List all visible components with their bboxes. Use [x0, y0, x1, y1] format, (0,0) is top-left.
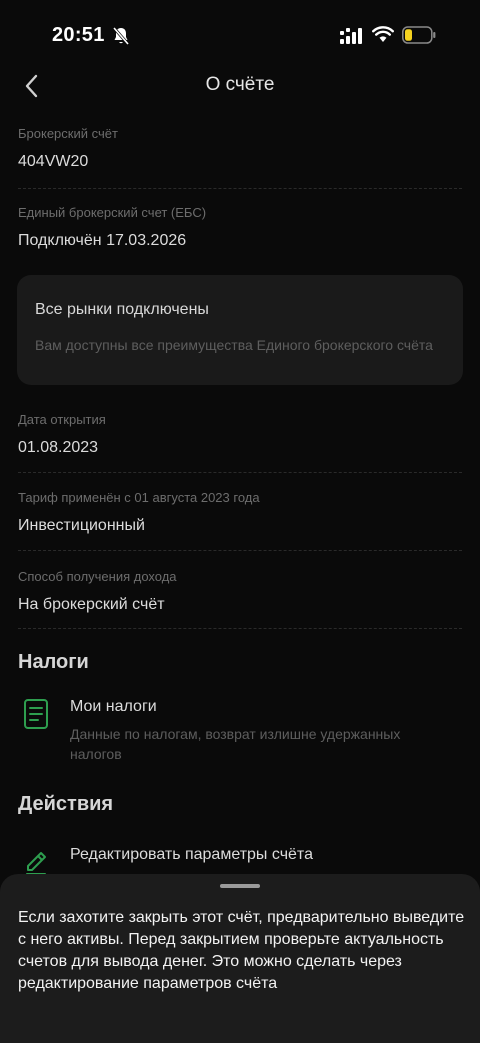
divider [18, 188, 462, 189]
page-title: О счёте [205, 74, 275, 95]
status-bar: 20:51 [0, 0, 480, 72]
my-taxes-item[interactable]: Мои налоги Данные по налогам, возврат из… [18, 698, 462, 762]
field-open-date: Дата открытия 01.08.2023 [18, 412, 462, 457]
field-value: Инвестиционный [18, 517, 145, 534]
field-value: На брокерский счёт [18, 596, 165, 613]
bell-muted-icon [112, 27, 130, 45]
field-label: Способ получения дохода [18, 569, 177, 584]
wifi-icon [372, 26, 394, 42]
field-value: 404VW20 [18, 153, 89, 170]
field-tariff: Тариф применён с 01 августа 2023 года Ин… [18, 490, 462, 535]
field-value: 01.08.2023 [18, 439, 99, 456]
sheet-drag-handle[interactable] [220, 884, 260, 888]
item-subtitle: Данные по налогам, возврат излишне удерж… [70, 726, 401, 762]
divider [18, 628, 462, 629]
divider [18, 550, 462, 551]
ebs-info-card: Все рынки подключены Вам доступны все пр… [17, 275, 463, 385]
status-time: 20:51 [52, 24, 105, 46]
cellular-signal-icon [340, 28, 362, 44]
section-title-actions: Действия [18, 793, 114, 815]
field-label: Дата открытия [18, 412, 106, 427]
field-value: Подключён 17.03.2026 [18, 232, 187, 249]
card-text: Вам доступны все преимущества Единого бр… [35, 337, 433, 353]
section-title-taxes: Налоги [18, 651, 89, 673]
field-brokerage-account: Брокерский счёт 404VW20 [18, 126, 462, 171]
bottom-sheet: Если захотите закрыть этот счёт, предвар… [0, 874, 480, 1043]
nav-bar: О счёте [0, 66, 480, 106]
field-ebs: Единый брокерский счет (ЕБС) Подключён 1… [18, 205, 462, 250]
divider [18, 472, 462, 473]
pencil-icon [26, 852, 46, 875]
field-label: Тариф применён с 01 августа 2023 года [18, 490, 260, 505]
card-title: Все рынки подключены [35, 301, 209, 318]
account-info-screen: 20:51 О счёте Брокерский счёт 404VW20 Ед… [0, 0, 480, 1043]
field-income-method: Способ получения дохода На брокерский сч… [18, 569, 462, 614]
field-label: Брокерский счёт [18, 126, 118, 141]
sheet-message: Если захотите закрыть этот счёт, предвар… [18, 909, 465, 992]
field-label: Единый брокерский счет (ЕБС) [18, 205, 207, 220]
item-title: Редактировать параметры счёта [70, 846, 313, 863]
item-title: Мои налоги [70, 698, 157, 715]
document-icon [24, 699, 48, 729]
edit-account-params-item[interactable]: Редактировать параметры счёта [18, 846, 462, 875]
battery-icon [402, 26, 436, 44]
